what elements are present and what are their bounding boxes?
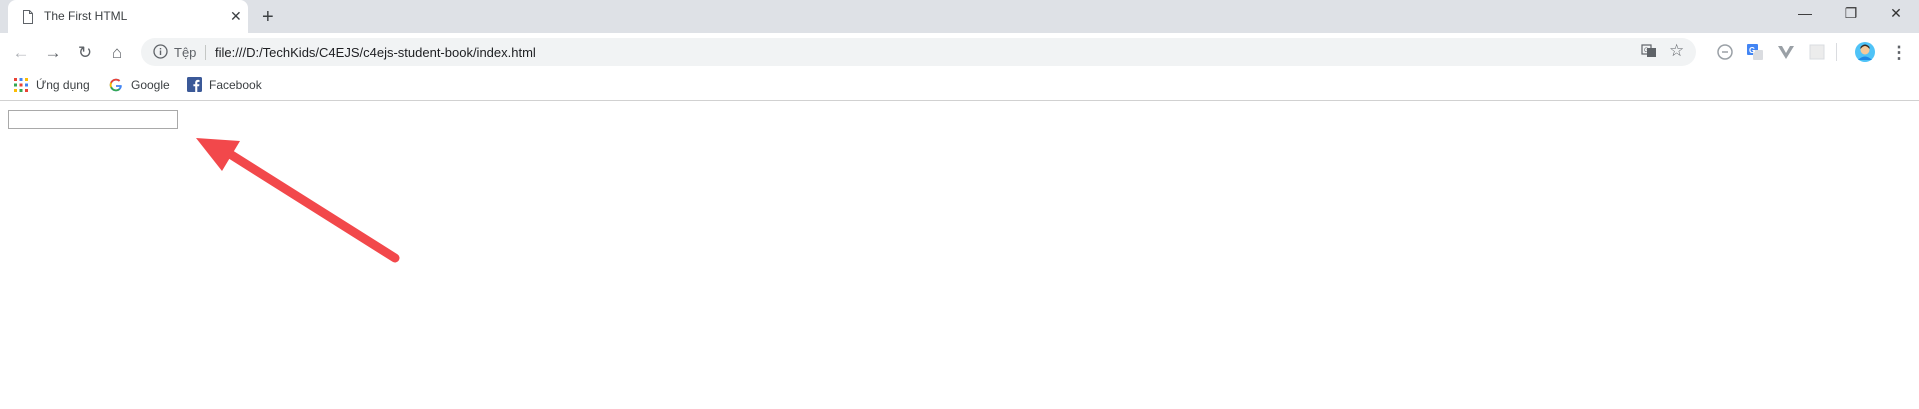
tab-the-first-html[interactable]: The First HTML ✕	[8, 0, 248, 33]
bookmark-apps[interactable]: Ứng dụng	[14, 76, 96, 94]
vue-devtools-icon[interactable]	[1777, 43, 1795, 61]
reload-button[interactable]: ↻	[74, 42, 96, 64]
back-button[interactable]: ←	[10, 42, 32, 64]
chrome-menu-button[interactable]: ⋮	[1888, 42, 1910, 64]
tab-strip: The First HTML ✕ + — ❐ ✕	[0, 0, 1919, 33]
bookmark-star-icon[interactable]: ☆	[1669, 41, 1684, 61]
forward-button[interactable]: →	[42, 42, 64, 64]
tab-close-button[interactable]: ✕	[230, 9, 242, 23]
tab-title: The First HTML	[44, 9, 128, 23]
google-translate-extension-icon[interactable]: G	[1746, 43, 1764, 61]
bookmark-label: Google	[131, 78, 170, 92]
svg-text:G: G	[1644, 48, 1649, 54]
bookmark-label: Facebook	[209, 78, 262, 92]
blank-extension-icon[interactable]	[1808, 43, 1826, 61]
bookmark-google[interactable]: Google	[109, 76, 173, 94]
bookmark-label: Ứng dụng	[36, 78, 90, 92]
document-icon	[23, 10, 33, 24]
restore-button[interactable]: ❐	[1828, 5, 1874, 25]
new-tab-button[interactable]: +	[262, 7, 274, 27]
translate-icon[interactable]: G	[1641, 43, 1657, 59]
red-arrow-annotation	[196, 138, 400, 263]
scheme-label: Tệp	[174, 45, 197, 60]
facebook-icon	[187, 77, 202, 92]
profile-avatar[interactable]	[1854, 41, 1876, 63]
bookmarks-bar: Ứng dụng Google Facebook	[0, 71, 1919, 101]
google-g-icon	[109, 78, 122, 92]
address-bar[interactable]: Tệp file:///D:/TechKids/C4EJS/c4ejs-stud…	[141, 38, 1696, 66]
window-close-button[interactable]: ✕	[1873, 5, 1919, 25]
page-content	[0, 101, 1919, 409]
browser-toolbar: ← → ↻ ⌂ Tệp file:///D:/TechKids/C4EJS/c4…	[0, 33, 1919, 71]
info-icon[interactable]	[153, 44, 168, 59]
scheme-divider	[205, 45, 206, 60]
minimize-button[interactable]: —	[1782, 5, 1828, 25]
bookmark-facebook[interactable]: Facebook	[187, 76, 267, 94]
toolbar-divider	[1836, 43, 1837, 61]
url-text[interactable]: file:///D:/TechKids/C4EJS/c4ejs-student-…	[215, 45, 536, 60]
apps-grid-icon	[14, 78, 28, 92]
home-button[interactable]: ⌂	[106, 42, 128, 64]
svg-text:G: G	[1749, 46, 1755, 55]
extension-circle-icon[interactable]	[1716, 43, 1734, 61]
